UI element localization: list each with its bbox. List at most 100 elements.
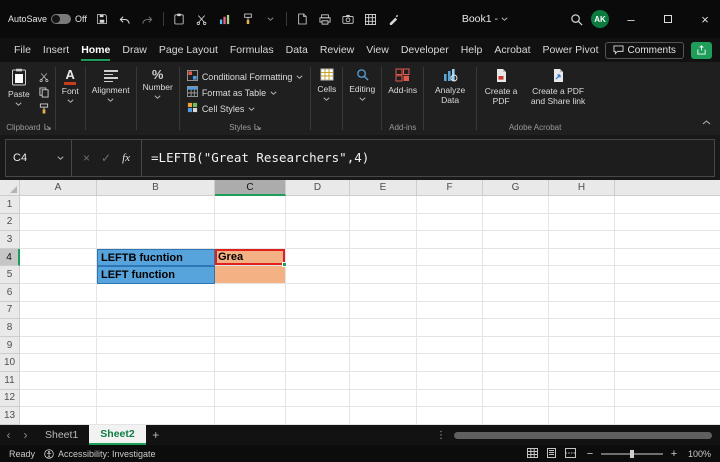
cell-B11[interactable] [97,371,215,390]
cell-B12[interactable] [97,389,215,408]
cell-E6[interactable] [350,283,417,302]
cell-G11[interactable] [483,371,549,390]
insert-function-button[interactable]: fx [122,152,130,164]
cell-G1[interactable] [483,196,549,214]
cell-F3[interactable] [417,231,483,249]
sheet-tab-sheet2[interactable]: Sheet2 [89,425,146,445]
cell-H5[interactable] [549,266,615,284]
quick-access-chevron-icon[interactable] [263,11,279,27]
paste-button[interactable]: Paste [3,65,35,109]
format-painter-icon[interactable] [240,11,256,27]
cell-C3[interactable] [215,231,286,249]
accessibility-status[interactable]: Accessibility: Investigate [44,449,156,459]
cell-C7[interactable] [215,301,286,320]
cell-H2[interactable] [549,213,615,232]
sheet-tab-sheet1[interactable]: Sheet1 [34,425,89,445]
cell-F8[interactable] [417,319,483,337]
cell-G2[interactable] [483,213,549,232]
column-header-A[interactable]: A [20,180,97,196]
column-header-H[interactable]: H [549,180,615,196]
cell-H7[interactable] [549,301,615,320]
cell-G3[interactable] [483,231,549,249]
cell-D13[interactable] [286,407,350,425]
cell-G13[interactable] [483,407,549,425]
cell-H10[interactable] [549,354,615,372]
cell-B3[interactable] [97,231,215,249]
analyze-data-button[interactable]: Analyze Data [425,65,475,109]
cell-A2[interactable] [20,213,97,232]
cell-styles-button[interactable]: Cell Styles [187,102,256,115]
workbook-title[interactable]: Book1 - [462,13,508,25]
cell-A8[interactable] [20,319,97,337]
create-pdf-share-link-button[interactable]: Create a PDF and Share link [524,65,592,110]
cell-D3[interactable] [286,231,350,249]
zoom-slider[interactable] [601,449,663,458]
zoom-slider-thumb[interactable] [630,449,634,458]
row-header-7[interactable]: 7 [0,301,20,320]
cell-A13[interactable] [20,407,97,425]
cell-E13[interactable] [350,407,417,425]
cell-D12[interactable] [286,389,350,408]
cell-D8[interactable] [286,319,350,337]
row-header-9[interactable]: 9 [0,336,20,355]
styles-dialog-launcher[interactable] [254,123,261,132]
avatar[interactable]: AK [591,10,609,28]
cell-A11[interactable] [20,371,97,390]
cell-A7[interactable] [20,301,97,320]
cell-G5[interactable] [483,266,549,284]
cell-A9[interactable] [20,336,97,355]
cell-H8[interactable] [549,319,615,337]
row-header-5[interactable]: 5 [0,266,20,284]
normal-view-button[interactable] [527,447,538,460]
row-header-6[interactable]: 6 [0,283,20,302]
name-box[interactable]: C4 [6,139,72,176]
page-layout-view-button[interactable] [546,447,557,460]
menu-item-formulas[interactable]: Formulas [224,38,280,62]
menu-item-acrobat[interactable]: Acrobat [488,38,536,62]
cells-button[interactable]: Cells [312,65,341,104]
cancel-button[interactable]: × [83,151,90,165]
cell-H11[interactable] [549,371,615,390]
cell-F2[interactable] [417,213,483,232]
cell-C6[interactable] [215,283,286,302]
cell-E3[interactable] [350,231,417,249]
cell-H9[interactable] [549,336,615,355]
cell-A1[interactable] [20,196,97,214]
formula-input[interactable]: =LEFTB("Great Researchers",4) [142,140,714,176]
next-sheet-button[interactable]: › [17,425,34,445]
redo-button[interactable] [140,11,156,27]
cell-A5[interactable] [20,266,97,284]
cell-A10[interactable] [20,354,97,372]
cell-E12[interactable] [350,389,417,408]
cell-E11[interactable] [350,371,417,390]
cell-G9[interactable] [483,336,549,355]
cut-icon[interactable] [194,11,210,27]
undo-button[interactable] [117,11,133,27]
column-header-B[interactable]: B [97,180,215,196]
cell-C2[interactable] [215,213,286,232]
cell-D11[interactable] [286,371,350,390]
column-header-E[interactable]: E [350,180,417,196]
cell-G8[interactable] [483,319,549,337]
format-as-table-button[interactable]: Format as Table [186,86,277,99]
cut-button[interactable] [37,70,52,83]
page-break-view-button[interactable] [565,447,576,460]
zoom-in-button[interactable]: + [669,448,679,460]
cell-A12[interactable] [20,389,97,408]
cell-C11[interactable] [215,371,286,390]
pen-icon[interactable] [386,11,402,27]
menu-item-home[interactable]: Home [75,38,116,62]
editing-button[interactable]: Editing [344,65,380,104]
cell-B9[interactable] [97,336,215,355]
column-header-C[interactable]: C [215,180,286,196]
menu-item-data[interactable]: Data [280,38,314,62]
cell-B2[interactable] [97,213,215,232]
cell-D4[interactable] [286,248,350,267]
cell-C12[interactable] [215,389,286,408]
cell-D9[interactable] [286,336,350,355]
cell-B4[interactable]: LEFTB fucntion [97,248,215,267]
cell-F7[interactable] [417,301,483,320]
cell-C8[interactable] [215,319,286,337]
format-painter-button[interactable] [37,102,52,115]
cell-F6[interactable] [417,283,483,302]
